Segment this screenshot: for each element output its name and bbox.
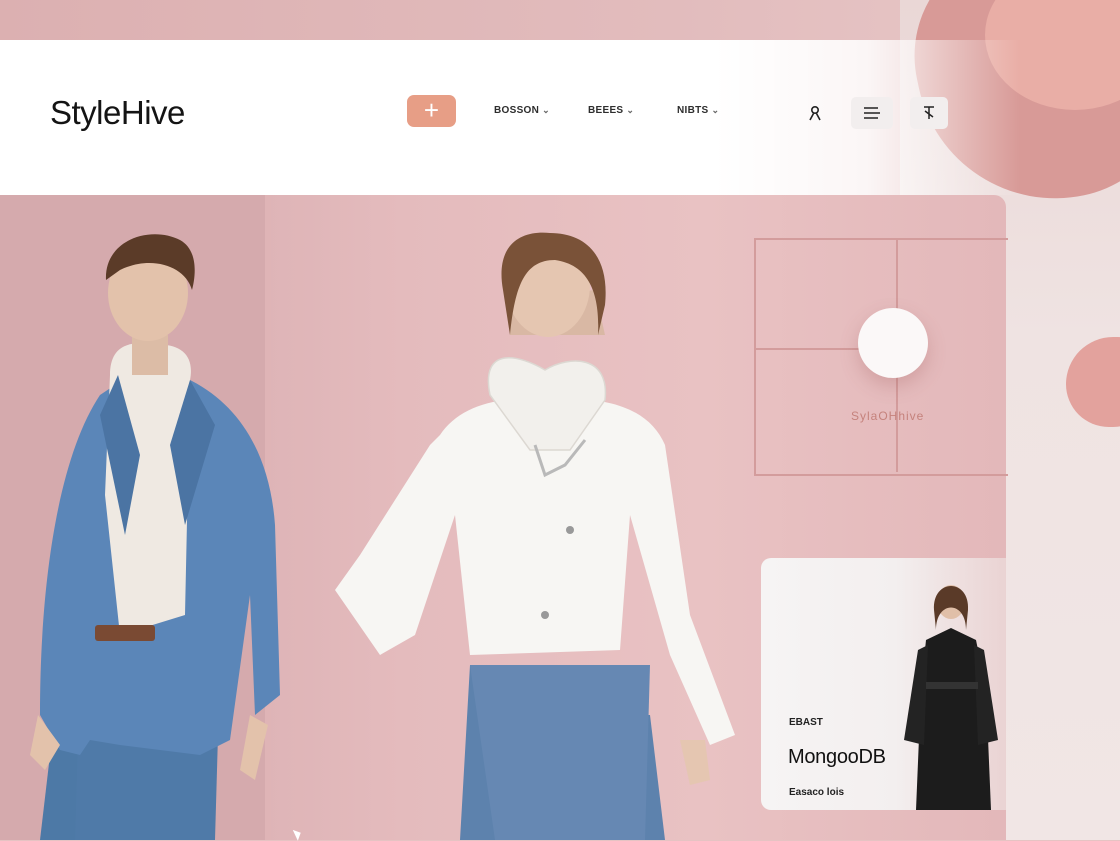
nav-item-2[interactable]: BEEES ⌄ bbox=[588, 105, 634, 116]
menu-button[interactable] bbox=[851, 97, 893, 129]
chevron-down-icon: ⌄ bbox=[626, 105, 635, 115]
chevron-down-icon: ⌄ bbox=[542, 105, 550, 115]
brand-logo[interactable]: StyleHive bbox=[50, 94, 185, 132]
nav-item-3[interactable]: NIBTS ⌄ bbox=[677, 105, 719, 116]
wall-sign: SylaOHhive bbox=[851, 409, 925, 423]
wall-circle-light bbox=[858, 308, 928, 378]
nav-item-label: BOSSON bbox=[494, 105, 540, 116]
card-tag: EBAST bbox=[789, 717, 823, 728]
user-icon bbox=[809, 105, 821, 121]
model-photo-blue-blazer bbox=[30, 234, 280, 840]
nav-item-label: BEEES bbox=[588, 105, 624, 116]
card-title: MongooDB bbox=[788, 746, 886, 768]
nav-item-1[interactable]: BOSSON ⌄ bbox=[494, 105, 550, 116]
add-button[interactable]: + bbox=[407, 95, 456, 127]
menu-icon bbox=[864, 107, 880, 119]
account-button[interactable] bbox=[798, 97, 832, 129]
model-photo-black-coat bbox=[904, 585, 998, 810]
chevron-down-icon: ⌄ bbox=[711, 105, 720, 115]
card-subtitle: Easaco lois bbox=[789, 787, 845, 798]
product-card[interactable]: EBAST MongooDB Easaco lois bbox=[761, 558, 1006, 810]
nav-item-label: NIBTS bbox=[677, 105, 709, 116]
model-photo-white-jacket bbox=[335, 232, 735, 840]
share-button[interactable] bbox=[910, 97, 948, 129]
share-icon bbox=[924, 106, 934, 119]
